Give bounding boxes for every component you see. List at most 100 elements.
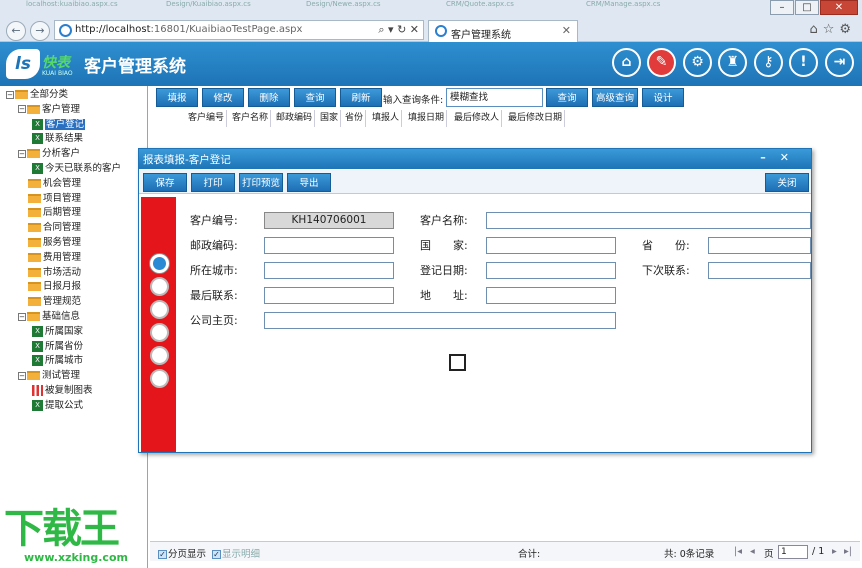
homepage-field[interactable]: [264, 312, 616, 329]
column-header[interactable]: 填报人: [370, 110, 403, 127]
tree-item[interactable]: X 所属省份: [32, 340, 83, 354]
save-button[interactable]: 保存: [143, 173, 187, 192]
next-page-icon[interactable]: ▸: [832, 546, 837, 557]
home-icon[interactable]: ⌂: [612, 48, 641, 77]
column-header[interactable]: 最后修改人: [452, 110, 503, 127]
country-field[interactable]: [486, 237, 616, 254]
status-bar: ✓ 分页显示 ✓ 显示明细 合计: 共: 0条记录 |◂ ◂ 页 1 / 1 ▸ ▸…: [150, 541, 860, 561]
tree-item[interactable]: 服务管理: [18, 236, 81, 250]
collapse-icon[interactable]: −: [18, 312, 26, 321]
tab-close-icon[interactable]: ✕: [562, 24, 571, 37]
tree-item[interactable]: 项目管理: [18, 192, 81, 206]
reg-date-field[interactable]: [486, 262, 616, 279]
ghost-tab: localhost:kuaibiao.aspx.cs: [26, 0, 118, 8]
column-header[interactable]: 客户编号: [186, 110, 228, 127]
tree-item[interactable]: 日报月报: [18, 280, 81, 294]
column-header[interactable]: 国家: [318, 110, 342, 127]
column-header[interactable]: 邮政编码: [274, 110, 316, 127]
export-button[interactable]: 导出: [287, 173, 331, 192]
section-dot-active[interactable]: [150, 254, 169, 273]
tree-item[interactable]: 被复制图表: [32, 384, 93, 398]
collapse-icon[interactable]: −: [18, 105, 26, 114]
next-contact-field[interactable]: [708, 262, 811, 279]
delete-button[interactable]: 删除: [248, 88, 290, 107]
section-dot[interactable]: [150, 346, 169, 365]
checkbox-icon[interactable]: ✓: [212, 550, 221, 559]
form-icon[interactable]: ✎: [647, 48, 676, 77]
tree-item[interactable]: − 分析客户: [18, 147, 80, 161]
tree-item[interactable]: X 所属城市: [32, 354, 83, 368]
checkbox-checked-icon[interactable]: ✓: [158, 550, 167, 559]
print-button[interactable]: 打印: [191, 173, 235, 192]
tree-item[interactable]: − 客户管理: [18, 103, 80, 117]
customer-no-field[interactable]: KH140706001: [264, 212, 394, 229]
key-icon[interactable]: ⚷: [754, 48, 783, 77]
column-header[interactable]: 最后修改日期: [506, 110, 566, 127]
fill-button[interactable]: 填报: [156, 88, 198, 107]
section-dot[interactable]: [150, 277, 169, 296]
paging-toggle[interactable]: ✓ 分页显示: [158, 546, 206, 560]
collapse-icon[interactable]: −: [18, 371, 26, 380]
advanced-query-button[interactable]: 高级查询: [592, 88, 638, 107]
tree-item[interactable]: − 基础信息: [18, 310, 80, 324]
tree-item[interactable]: − 测试管理: [18, 369, 80, 383]
customer-name-field[interactable]: [486, 212, 811, 229]
shirt-icon[interactable]: ♜: [718, 48, 747, 77]
detail-toggle[interactable]: ✓ 显示明细: [212, 546, 260, 560]
address-field[interactable]: [486, 287, 616, 304]
city-field[interactable]: [264, 262, 394, 279]
tree-item[interactable]: 市场活动: [18, 266, 81, 280]
tree-item[interactable]: 管理规范: [18, 295, 81, 309]
dialog-minimize-icon[interactable]: –: [760, 151, 780, 164]
section-dot[interactable]: [150, 369, 169, 388]
maximize-button[interactable]: □: [795, 0, 819, 15]
tree-item[interactable]: X 今天已联系的客户: [32, 162, 121, 176]
tree-item[interactable]: 后期管理: [18, 206, 81, 220]
tree-item[interactable]: X 提取公式: [32, 399, 83, 413]
tree-item[interactable]: X 客户登记: [32, 118, 86, 132]
section-dot[interactable]: [150, 300, 169, 319]
browser-tab[interactable]: 客户管理系统 ✕: [428, 20, 578, 42]
address-actions[interactable]: ⌕ ▾ ↻ ✕: [378, 23, 419, 37]
tree-item[interactable]: X 所属国家: [32, 325, 83, 339]
search-button[interactable]: 查询: [546, 88, 588, 107]
column-header[interactable]: 省份: [343, 110, 367, 127]
minimize-button[interactable]: –: [770, 0, 794, 15]
tree-item[interactable]: X 联系结果: [32, 132, 83, 146]
tree-item-label: 所属国家: [45, 325, 84, 337]
section-dot[interactable]: [150, 323, 169, 342]
column-header[interactable]: 客户名称: [230, 110, 272, 127]
tree-item[interactable]: − 全部分类: [6, 88, 68, 102]
design-button[interactable]: 设计: [642, 88, 684, 107]
forward-icon[interactable]: →: [30, 21, 50, 41]
tree-item[interactable]: 机会管理: [18, 177, 81, 191]
close-button[interactable]: 关闭: [765, 173, 809, 192]
tree-item[interactable]: 费用管理: [18, 251, 81, 265]
province-field[interactable]: [708, 237, 811, 254]
last-contact-field[interactable]: [264, 287, 394, 304]
close-window-button[interactable]: ✕: [820, 0, 858, 15]
gear-icon[interactable]: ⚙: [683, 48, 712, 77]
last-page-icon[interactable]: ▸|: [844, 546, 852, 557]
edit-button[interactable]: 修改: [202, 88, 244, 107]
refresh-button[interactable]: 刷新: [340, 88, 382, 107]
page-input[interactable]: 1: [778, 545, 808, 559]
logout-icon[interactable]: ⇥: [825, 48, 854, 77]
prev-page-icon[interactable]: ◂: [750, 546, 755, 557]
back-icon[interactable]: ←: [6, 21, 26, 41]
print-preview-button[interactable]: 打印预览: [239, 173, 283, 192]
collapse-icon[interactable]: −: [6, 90, 14, 99]
query-button[interactable]: 查询: [294, 88, 336, 107]
first-page-icon[interactable]: |◂: [734, 546, 742, 557]
column-header[interactable]: 填报日期: [406, 110, 448, 127]
ghost-tab: CRM/Manage.aspx.cs: [586, 0, 661, 8]
browser-icons[interactable]: ⌂☆⚙: [809, 22, 856, 37]
postcode-field[interactable]: [264, 237, 394, 254]
collapse-icon[interactable]: −: [18, 149, 26, 158]
tree-item[interactable]: 合同管理: [18, 221, 81, 235]
dialog-titlebar[interactable]: 报表填报-客户登记 –✕: [139, 149, 811, 169]
dialog-close-icon[interactable]: ✕: [780, 151, 803, 164]
alert-icon[interactable]: !: [789, 48, 818, 77]
address-bar[interactable]: http://localhost:16801/KuaibiaoTestPage.…: [54, 20, 424, 40]
query-input[interactable]: 模糊查找: [446, 88, 543, 107]
